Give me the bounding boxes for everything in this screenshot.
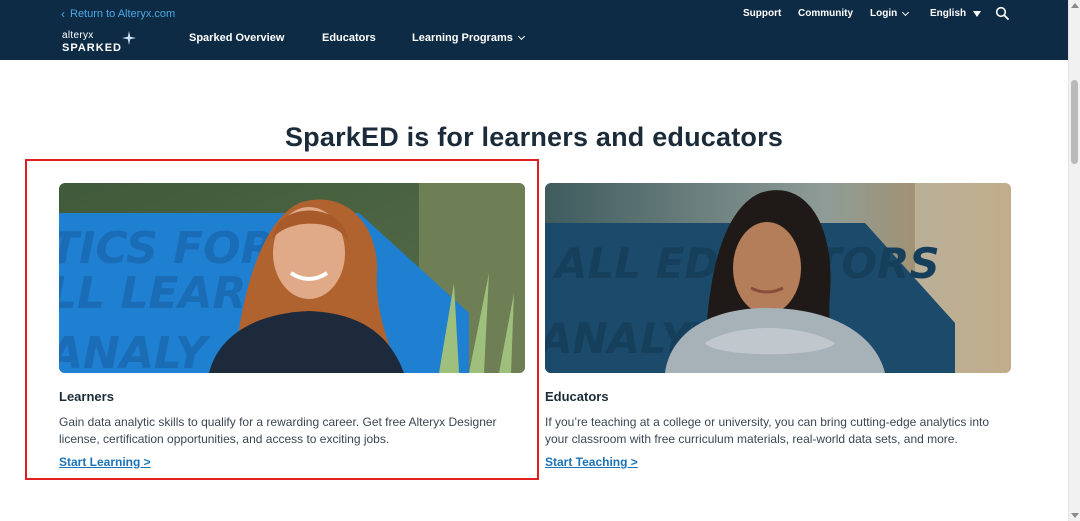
learners-description: Gain data analytic skills to qualify for… <box>59 415 497 446</box>
language-select[interactable]: English <box>930 8 982 19</box>
site-header: ‹ Return to Alteryx.com alteryx SPARKED … <box>0 0 1068 60</box>
learners-photo-art: TICS FOR LL LEARNERS ANALY <box>59 183 525 373</box>
community-link[interactable]: Community <box>798 8 853 19</box>
chevron-left-icon: ‹ <box>61 7 65 21</box>
caret-down-icon <box>973 10 982 17</box>
page-headline: SparkED is for learners and educators <box>284 122 784 152</box>
login-label: Login <box>870 8 898 19</box>
sparked-logo[interactable]: alteryx SPARKED <box>62 30 136 54</box>
nav-learning-programs[interactable]: Learning Programs <box>412 32 525 44</box>
start-learning-link[interactable]: Start Learning > <box>59 455 151 469</box>
nav-educators[interactable]: Educators <box>322 32 376 44</box>
svg-text:ANALY: ANALY <box>59 328 211 373</box>
page-scrollbar[interactable] <box>1068 0 1080 521</box>
star-icon <box>122 31 136 45</box>
nav-label: Sparked Overview <box>189 32 285 44</box>
scroll-thumb[interactable] <box>1071 80 1078 164</box>
chevron-down-icon <box>517 32 525 41</box>
community-label: Community <box>798 8 853 19</box>
logo-sparked-text: SPARKED <box>62 42 122 54</box>
educators-photo: ALL EDUCATORS ANALYTIC <box>545 183 1011 373</box>
educators-card: ALL EDUCATORS ANALYTIC Educators If you’… <box>545 183 1011 471</box>
return-link-label: Return to Alteryx.com <box>70 8 176 20</box>
support-link[interactable]: Support <box>743 8 781 19</box>
educators-title: Educators <box>545 389 609 404</box>
return-link[interactable]: ‹ Return to Alteryx.com <box>61 8 175 20</box>
login-dropdown[interactable]: Login <box>870 8 910 19</box>
search-icon[interactable] <box>995 6 1009 20</box>
logo-alteryx-text: alteryx <box>62 30 94 41</box>
language-label: English <box>930 8 967 19</box>
start-teaching-link[interactable]: Start Teaching > <box>545 455 638 469</box>
scroll-up-arrow[interactable] <box>1071 3 1079 8</box>
support-label: Support <box>743 8 782 19</box>
chevron-down-icon <box>902 8 910 16</box>
scroll-down-arrow[interactable] <box>1071 513 1079 518</box>
nav-label: Educators <box>322 32 376 44</box>
learners-title: Learners <box>59 389 114 404</box>
educators-photo-art: ALL EDUCATORS ANALYTIC <box>545 183 1011 373</box>
learners-card: TICS FOR LL LEARNERS ANALY Learners Gain… <box>59 183 525 471</box>
nav-sparked-overview[interactable]: Sparked Overview <box>189 32 284 44</box>
learners-photo: TICS FOR LL LEARNERS ANALY <box>59 183 525 373</box>
educators-description: If you’re teaching at a college or unive… <box>545 415 990 446</box>
nav-label: Learning Programs <box>412 32 513 44</box>
svg-text:TICS FOR: TICS FOR <box>59 223 274 274</box>
